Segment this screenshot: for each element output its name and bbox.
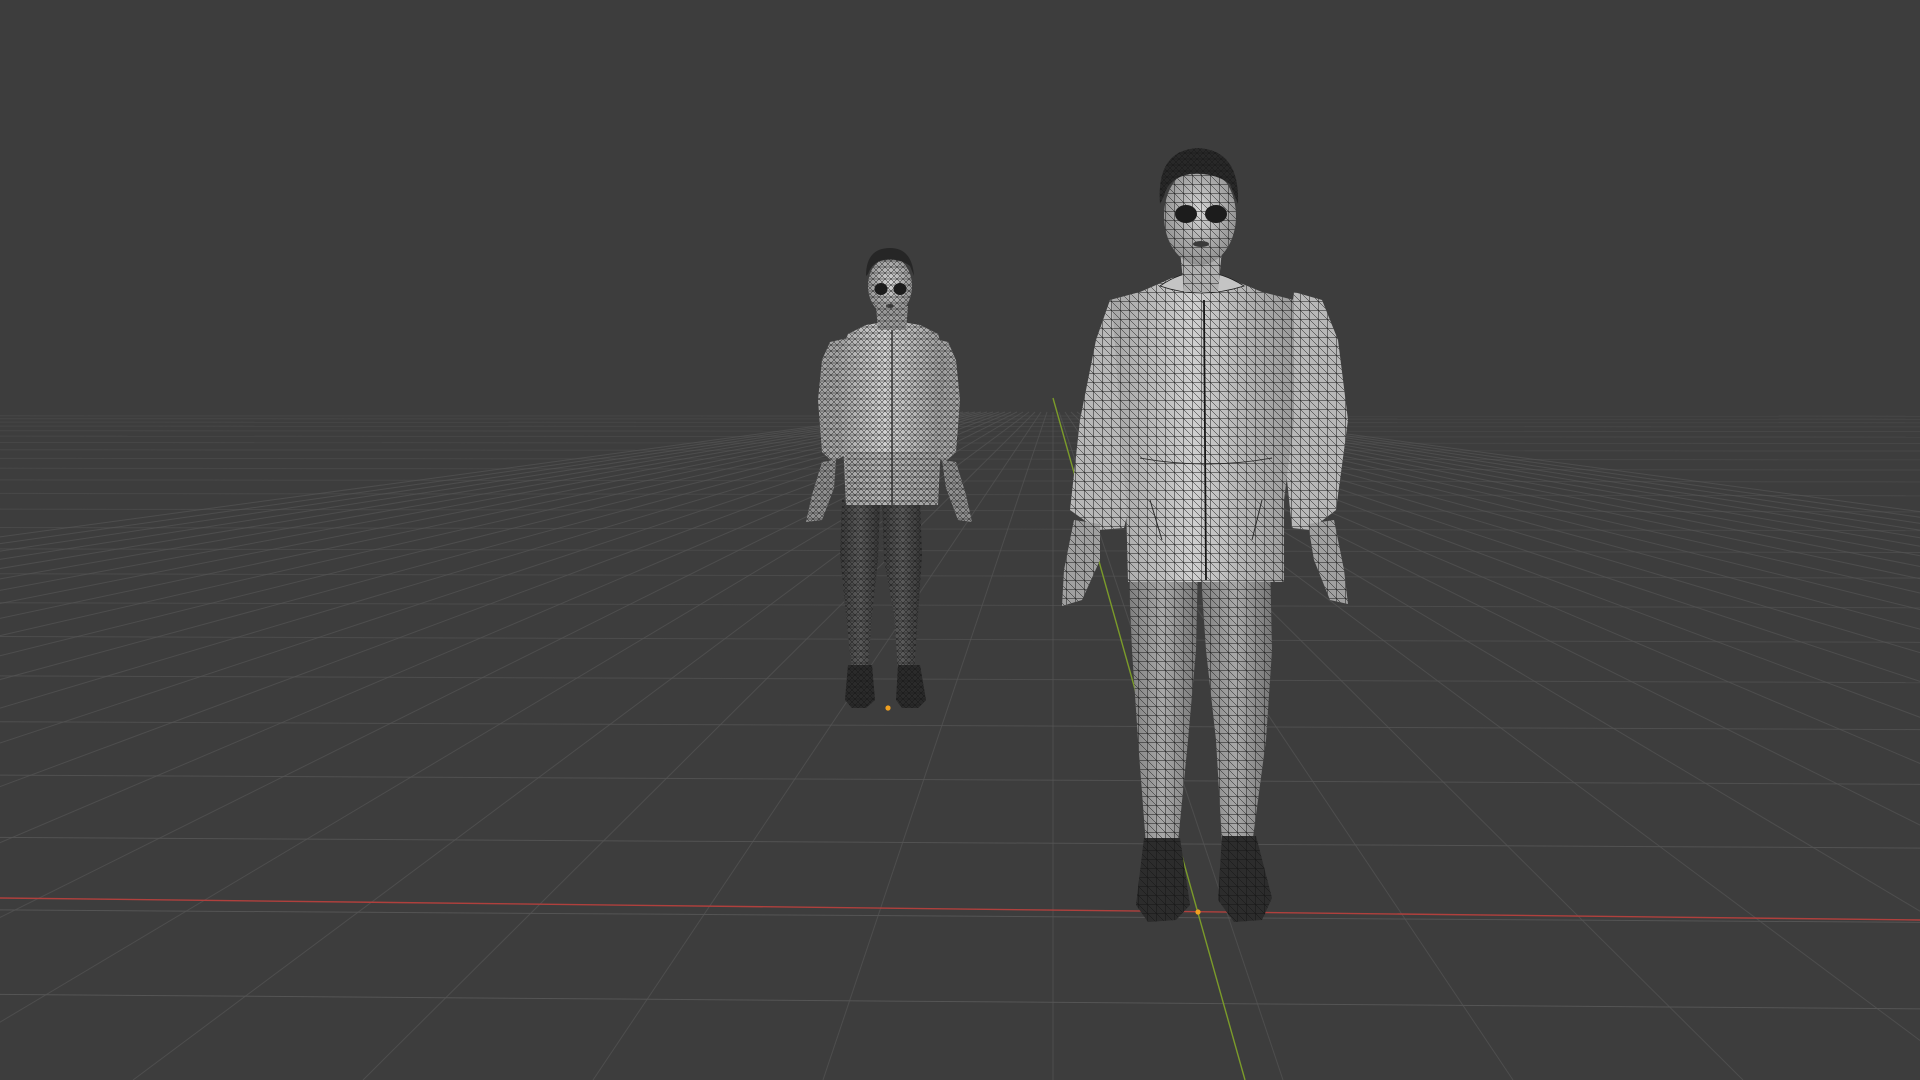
grid-line-horizontal <box>0 430 1920 433</box>
viewport-canvas[interactable] <box>0 0 1920 1080</box>
3d-viewport[interactable] <box>0 0 1920 1080</box>
grid-line-horizontal <box>0 425 1920 428</box>
grid-line-horizontal <box>0 435 1920 438</box>
grid-line-depth <box>0 411 988 681</box>
grid-line-horizontal <box>0 774 1920 785</box>
character-mesh-far[interactable] <box>806 248 972 711</box>
grid-line-horizontal <box>0 441 1920 445</box>
grid-line-depth <box>0 411 976 637</box>
grid-line-horizontal <box>0 836 1920 849</box>
grid-line-horizontal <box>0 467 1920 471</box>
character-mesh-near[interactable] <box>1062 148 1348 922</box>
grid-line-horizontal <box>0 721 1920 731</box>
grid-line-depth <box>0 411 940 560</box>
grid-line-horizontal <box>0 457 1920 461</box>
grid-line-horizontal <box>0 573 1920 579</box>
object-origin-far <box>885 705 891 711</box>
x-axis-line <box>0 897 1920 921</box>
grid-line-depth <box>0 411 982 657</box>
grid-line-depth <box>0 411 946 570</box>
grid-line-horizontal <box>0 993 1920 1010</box>
grid-line-depth <box>0 411 934 552</box>
grid-line-horizontal <box>0 636 1920 643</box>
object-origin-near <box>1195 909 1201 915</box>
grid-line-horizontal <box>0 602 1920 609</box>
